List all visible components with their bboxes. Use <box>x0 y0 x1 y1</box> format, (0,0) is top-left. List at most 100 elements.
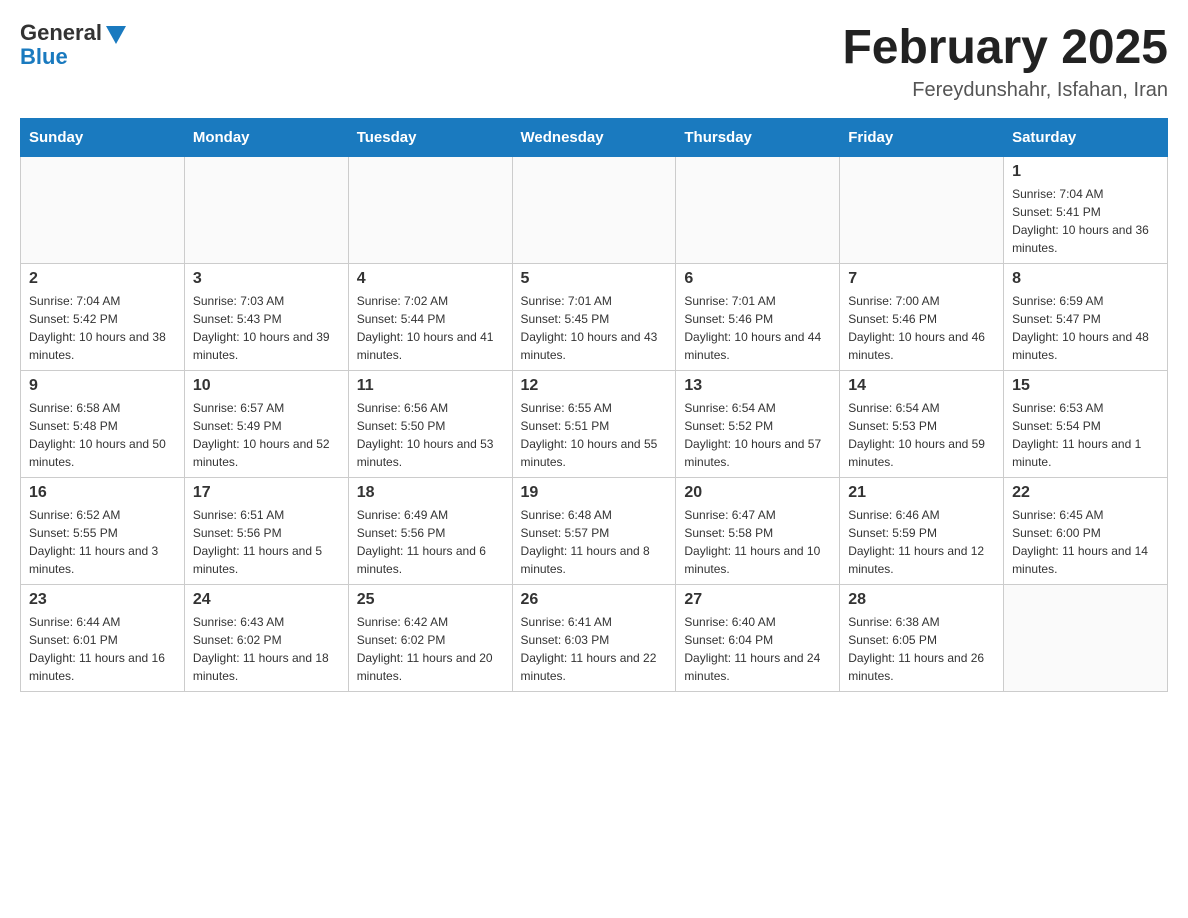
day-number: 9 <box>29 377 176 395</box>
day-number: 27 <box>684 591 831 609</box>
logo: General Blue <box>20 20 126 70</box>
day-info: Sunrise: 6:40 AMSunset: 6:04 PMDaylight:… <box>684 613 831 685</box>
day-number: 7 <box>848 270 995 288</box>
day-number: 19 <box>521 484 668 502</box>
calendar-cell <box>1004 585 1168 692</box>
day-number: 5 <box>521 270 668 288</box>
day-info: Sunrise: 6:41 AMSunset: 6:03 PMDaylight:… <box>521 613 668 685</box>
calendar-cell: 16 Sunrise: 6:52 AMSunset: 5:55 PMDayligh… <box>21 478 185 585</box>
day-number: 28 <box>848 591 995 609</box>
calendar-cell <box>348 157 512 264</box>
day-info: Sunrise: 6:38 AMSunset: 6:05 PMDaylight:… <box>848 613 995 685</box>
calendar-cell: 18 Sunrise: 6:49 AMSunset: 5:56 PMDayligh… <box>348 478 512 585</box>
day-info: Sunrise: 6:48 AMSunset: 5:57 PMDaylight:… <box>521 506 668 578</box>
calendar-cell: 13 Sunrise: 6:54 AMSunset: 5:52 PMDayligh… <box>676 371 840 478</box>
day-number: 6 <box>684 270 831 288</box>
day-info: Sunrise: 6:44 AMSunset: 6:01 PMDaylight:… <box>29 613 176 685</box>
day-header-thursday: Thursday <box>676 119 840 157</box>
day-number: 18 <box>357 484 504 502</box>
calendar-cell: 17 Sunrise: 6:51 AMSunset: 5:56 PMDayligh… <box>184 478 348 585</box>
day-header-monday: Monday <box>184 119 348 157</box>
calendar-cell <box>512 157 676 264</box>
calendar-cell: 24Sunrise: 6:43 AMSunset: 6:02 PMDayligh… <box>184 585 348 692</box>
calendar-cell: 10 Sunrise: 6:57 AMSunset: 5:49 PMDayligh… <box>184 371 348 478</box>
page-subtitle: Fereydunshahr, Isfahan, Iran <box>842 79 1168 102</box>
day-info: Sunrise: 7:04 AMSunset: 5:41 PMDaylight:… <box>1012 185 1159 257</box>
calendar-cell: 8Sunrise: 6:59 AMSunset: 5:47 PMDaylight… <box>1004 264 1168 371</box>
day-info: Sunrise: 6:59 AMSunset: 5:47 PMDaylight:… <box>1012 292 1159 364</box>
day-info: Sunrise: 7:02 AMSunset: 5:44 PMDaylight:… <box>357 292 504 364</box>
calendar-week-4: 16 Sunrise: 6:52 AMSunset: 5:55 PMDayligh… <box>21 478 1168 585</box>
day-number: 12 <box>521 377 668 395</box>
calendar-cell: 23 Sunrise: 6:44 AMSunset: 6:01 PMDayligh… <box>21 585 185 692</box>
day-info: Sunrise: 6:47 AMSunset: 5:58 PMDaylight:… <box>684 506 831 578</box>
day-info: Sunrise: 6:54 AMSunset: 5:52 PMDaylight:… <box>684 399 831 471</box>
calendar-body: 1 Sunrise: 7:04 AMSunset: 5:41 PMDaylight… <box>21 157 1168 692</box>
logo-general-text: General <box>20 20 102 46</box>
calendar-week-1: 1 Sunrise: 7:04 AMSunset: 5:41 PMDaylight… <box>21 157 1168 264</box>
calendar-cell: 3 Sunrise: 7:03 AMSunset: 5:43 PMDaylight… <box>184 264 348 371</box>
day-info: Sunrise: 6:55 AMSunset: 5:51 PMDaylight:… <box>521 399 668 471</box>
calendar-cell: 27 Sunrise: 6:40 AMSunset: 6:04 PMDayligh… <box>676 585 840 692</box>
day-number: 26 <box>521 591 668 609</box>
day-number: 16 <box>29 484 176 502</box>
calendar-cell: 22 Sunrise: 6:45 AMSunset: 6:00 PMDayligh… <box>1004 478 1168 585</box>
day-info: Sunrise: 7:01 AMSunset: 5:45 PMDaylight:… <box>521 292 668 364</box>
calendar-cell: 25Sunrise: 6:42 AMSunset: 6:02 PMDayligh… <box>348 585 512 692</box>
day-info: Sunrise: 6:45 AMSunset: 6:00 PMDaylight:… <box>1012 506 1159 578</box>
day-info: Sunrise: 6:56 AMSunset: 5:50 PMDaylight:… <box>357 399 504 471</box>
calendar-week-2: 2 Sunrise: 7:04 AMSunset: 5:42 PMDaylight… <box>21 264 1168 371</box>
page-header: General Blue February 2025 Fereydunshahr… <box>20 20 1168 102</box>
day-number: 25 <box>357 591 504 609</box>
day-info: Sunrise: 6:52 AMSunset: 5:55 PMDaylight:… <box>29 506 176 578</box>
calendar-cell: 21 Sunrise: 6:46 AMSunset: 5:59 PMDayligh… <box>840 478 1004 585</box>
day-number: 17 <box>193 484 340 502</box>
day-number: 2 <box>29 270 176 288</box>
day-info: Sunrise: 7:00 AMSunset: 5:46 PMDaylight:… <box>848 292 995 364</box>
day-info: Sunrise: 7:04 AMSunset: 5:42 PMDaylight:… <box>29 292 176 364</box>
day-info: Sunrise: 6:51 AMSunset: 5:56 PMDaylight:… <box>193 506 340 578</box>
day-number: 15 <box>1012 377 1159 395</box>
calendar-cell: 1 Sunrise: 7:04 AMSunset: 5:41 PMDaylight… <box>1004 157 1168 264</box>
day-number: 11 <box>357 377 504 395</box>
day-number: 22 <box>1012 484 1159 502</box>
day-number: 21 <box>848 484 995 502</box>
calendar-cell: 15 Sunrise: 6:53 AMSunset: 5:54 PMDayligh… <box>1004 371 1168 478</box>
day-header-saturday: Saturday <box>1004 119 1168 157</box>
day-header-friday: Friday <box>840 119 1004 157</box>
day-info: Sunrise: 7:03 AMSunset: 5:43 PMDaylight:… <box>193 292 340 364</box>
calendar-cell <box>21 157 185 264</box>
day-number: 1 <box>1012 163 1159 181</box>
calendar-cell: 9Sunrise: 6:58 AMSunset: 5:48 PMDaylight… <box>21 371 185 478</box>
calendar-cell: 2 Sunrise: 7:04 AMSunset: 5:42 PMDaylight… <box>21 264 185 371</box>
day-number: 20 <box>684 484 831 502</box>
calendar-cell: 5 Sunrise: 7:01 AMSunset: 5:45 PMDaylight… <box>512 264 676 371</box>
calendar-cell: 11 Sunrise: 6:56 AMSunset: 5:50 PMDayligh… <box>348 371 512 478</box>
calendar-cell: 26 Sunrise: 6:41 AMSunset: 6:03 PMDayligh… <box>512 585 676 692</box>
day-header-wednesday: Wednesday <box>512 119 676 157</box>
day-header-row: SundayMondayTuesdayWednesdayThursdayFrid… <box>21 119 1168 157</box>
day-number: 13 <box>684 377 831 395</box>
calendar-cell: 4 Sunrise: 7:02 AMSunset: 5:44 PMDaylight… <box>348 264 512 371</box>
title-block: February 2025 Fereydunshahr, Isfahan, Ir… <box>842 20 1168 102</box>
logo-blue-text: Blue <box>20 44 68 70</box>
day-info: Sunrise: 6:53 AMSunset: 5:54 PMDaylight:… <box>1012 399 1159 471</box>
day-header-sunday: Sunday <box>21 119 185 157</box>
day-info: Sunrise: 6:57 AMSunset: 5:49 PMDaylight:… <box>193 399 340 471</box>
day-info: Sunrise: 6:54 AMSunset: 5:53 PMDaylight:… <box>848 399 995 471</box>
day-info: Sunrise: 7:01 AMSunset: 5:46 PMDaylight:… <box>684 292 831 364</box>
day-number: 3 <box>193 270 340 288</box>
calendar-cell: 20 Sunrise: 6:47 AMSunset: 5:58 PMDayligh… <box>676 478 840 585</box>
calendar-cell: 6 Sunrise: 7:01 AMSunset: 5:46 PMDaylight… <box>676 264 840 371</box>
day-number: 10 <box>193 377 340 395</box>
calendar-week-3: 9Sunrise: 6:58 AMSunset: 5:48 PMDaylight… <box>21 371 1168 478</box>
day-info: Sunrise: 6:49 AMSunset: 5:56 PMDaylight:… <box>357 506 504 578</box>
day-header-tuesday: Tuesday <box>348 119 512 157</box>
day-number: 23 <box>29 591 176 609</box>
logo-triangle-icon <box>106 26 126 44</box>
calendar-header: SundayMondayTuesdayWednesdayThursdayFrid… <box>21 119 1168 157</box>
day-number: 4 <box>357 270 504 288</box>
calendar-week-5: 23 Sunrise: 6:44 AMSunset: 6:01 PMDayligh… <box>21 585 1168 692</box>
day-info: Sunrise: 6:46 AMSunset: 5:59 PMDaylight:… <box>848 506 995 578</box>
calendar-cell: 19 Sunrise: 6:48 AMSunset: 5:57 PMDayligh… <box>512 478 676 585</box>
